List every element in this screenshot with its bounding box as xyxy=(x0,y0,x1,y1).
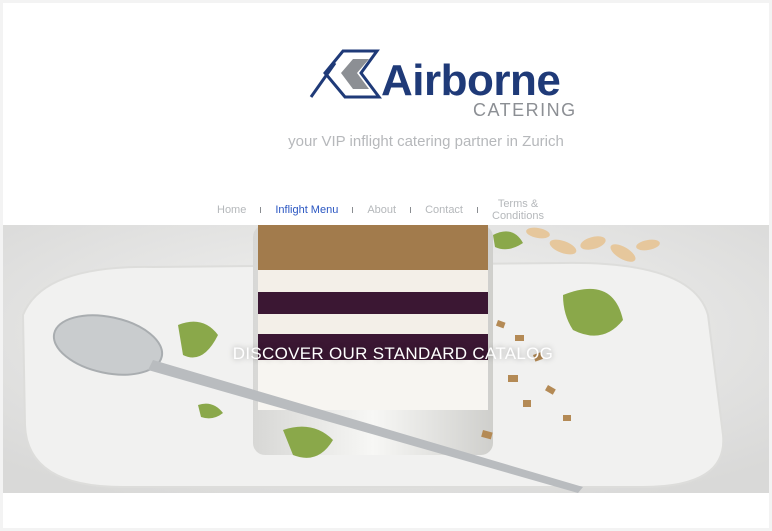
tagline: your VIP inflight catering partner in Zu… xyxy=(288,133,564,150)
hero-banner[interactable]: DISCOVER OUR STANDARD CATALOG xyxy=(3,225,769,493)
nav-terms-line1: Terms & xyxy=(497,198,539,210)
nav-terms-conditions[interactable]: Terms & Conditions xyxy=(478,198,558,222)
nav-about[interactable]: About xyxy=(353,204,410,216)
nav-contact[interactable]: Contact xyxy=(411,204,477,216)
logo-wordmark: Airborne xyxy=(381,56,561,105)
main-nav: Home Inflight Menu About Contact Terms &… xyxy=(203,195,558,225)
logo-subtitle: CATERING xyxy=(473,100,577,120)
airborne-chevron-logo-icon xyxy=(309,49,382,99)
nav-terms-line2: Conditions xyxy=(492,210,544,222)
hero-cta-discover-catalog[interactable]: DISCOVER OUR STANDARD CATALOG xyxy=(3,344,769,364)
logo[interactable]: Airborne CATERING xyxy=(303,43,583,123)
page: Airborne CATERING your VIP inflight cate… xyxy=(3,3,769,528)
nav-inflight-menu[interactable]: Inflight Menu xyxy=(261,204,352,216)
nav-home[interactable]: Home xyxy=(203,204,260,216)
